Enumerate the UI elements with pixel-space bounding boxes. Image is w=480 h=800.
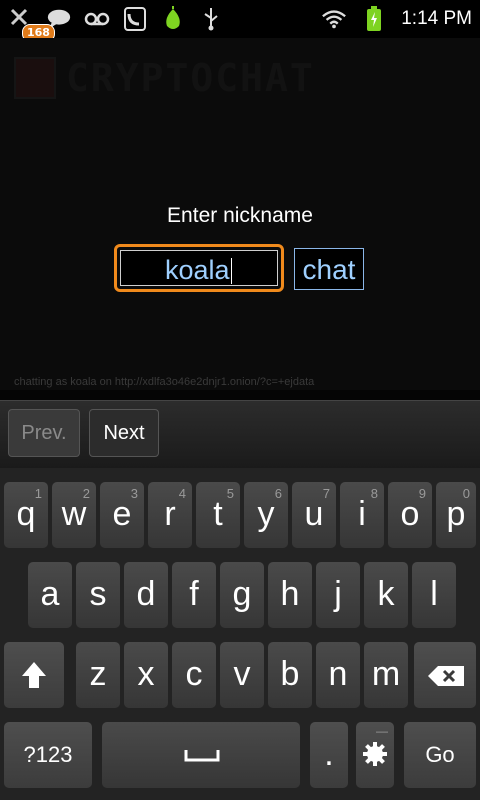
key-label: l (430, 575, 438, 613)
form-navigation-bar: Prev. Next (0, 400, 480, 469)
key-p[interactable]: 0p (436, 482, 476, 548)
key-label: o (400, 495, 420, 533)
key-label: v (233, 655, 251, 693)
key-label: d (136, 575, 156, 613)
key-i[interactable]: 8i (340, 482, 384, 548)
key-h[interactable]: h (268, 562, 312, 628)
key-label: r (164, 495, 176, 533)
key-c[interactable]: c (172, 642, 216, 708)
key-label: s (89, 575, 107, 613)
key-o[interactable]: 9o (388, 482, 432, 548)
key-a[interactable]: a (28, 562, 72, 628)
key-label: . (324, 735, 334, 773)
key-y[interactable]: 6y (244, 482, 288, 548)
nickname-value: koala (165, 255, 230, 285)
symbols-key[interactable]: ?123 (4, 722, 92, 788)
key-s[interactable]: s (76, 562, 120, 628)
key-label: i (358, 495, 366, 533)
key-label: e (112, 495, 132, 533)
web-bottom-strip (0, 390, 480, 400)
status-bar: 168 1:14 PM (0, 0, 480, 42)
web-content: CRYPTOCHAT Enter nickname koala chat cha… (0, 38, 480, 400)
key-x[interactable]: x (124, 642, 168, 708)
key-r[interactable]: 4r (148, 482, 192, 548)
space-key[interactable] (102, 722, 300, 788)
delete-key[interactable] (414, 642, 476, 708)
chat-button[interactable]: chat (294, 248, 364, 290)
key-label: Go (425, 742, 455, 767)
logo-text: CRYPTOCHAT (66, 56, 315, 100)
key-b[interactable]: b (268, 642, 312, 708)
key-label: w (61, 495, 87, 533)
shift-key[interactable] (4, 642, 64, 708)
key-g[interactable]: g (220, 562, 264, 628)
voicemail-icon (84, 6, 110, 32)
key-label: h (280, 575, 300, 613)
key-n[interactable]: n (316, 642, 360, 708)
soft-keyboard: 1q 2w 3e 4r 5t 6y 7u 8i 9o 0p a s d f g … (0, 468, 480, 800)
app-logo: CRYPTOCHAT (14, 56, 315, 100)
go-key[interactable]: Go (404, 722, 476, 788)
gear-icon (363, 742, 387, 766)
notification-icons: 168 (8, 4, 224, 42)
key-v[interactable]: v (220, 642, 264, 708)
key-label: ?123 (23, 742, 73, 767)
key-j[interactable]: j (316, 562, 360, 628)
wifi-icon (321, 6, 347, 32)
key-label: u (304, 495, 324, 533)
space-bar-icon (184, 750, 220, 762)
key-k[interactable]: k (364, 562, 408, 628)
key-q[interactable]: 1q (4, 482, 48, 548)
key-f[interactable]: f (172, 562, 216, 628)
usb-icon (198, 6, 224, 32)
next-button[interactable]: Next (89, 409, 159, 457)
nickname-field-focus-ring[interactable]: koala (114, 244, 284, 292)
system-icons: 1:14 PM (321, 4, 472, 34)
key-label: y (257, 495, 275, 533)
settings-key[interactable]: — (356, 722, 394, 788)
backspace-icon (428, 666, 464, 686)
period-key[interactable]: . (310, 722, 348, 788)
key-label: c (185, 655, 203, 693)
key-label: b (280, 655, 300, 693)
sip-phone-icon (122, 6, 148, 32)
key-e[interactable]: 3e (100, 482, 144, 548)
key-w[interactable]: 2w (52, 482, 96, 548)
clock: 1:14 PM (401, 8, 472, 29)
nickname-prompt: Enter nickname (167, 204, 313, 227)
key-label: x (137, 655, 155, 693)
key-label: m (371, 655, 401, 693)
key-t[interactable]: 5t (196, 482, 240, 548)
logo-icon (14, 57, 56, 99)
key-label: p (446, 495, 466, 533)
tor-onion-icon (160, 6, 186, 32)
key-z[interactable]: z (76, 642, 120, 708)
key-label: q (16, 495, 36, 533)
key-label: j (334, 575, 342, 613)
settings-key-hint: — (376, 724, 388, 738)
key-label: k (377, 575, 395, 613)
footer-text: chatting as koala on http://xdlfa3o46e2d… (14, 376, 315, 388)
key-m[interactable]: m (364, 642, 408, 708)
key-l[interactable]: l (412, 562, 456, 628)
key-label: n (328, 655, 348, 693)
missed-call-icon: 168 (8, 6, 55, 42)
nickname-input[interactable]: koala (120, 250, 278, 286)
key-label: f (189, 575, 199, 613)
key-label: z (89, 655, 107, 693)
key-label: g (232, 575, 252, 613)
key-u[interactable]: 7u (292, 482, 336, 548)
shift-up-arrow-icon (22, 662, 46, 688)
key-label: t (213, 495, 223, 533)
prev-button[interactable]: Prev. (8, 409, 80, 457)
battery-charging-icon (361, 6, 387, 32)
key-d[interactable]: d (124, 562, 168, 628)
key-label: a (40, 575, 60, 613)
text-caret (230, 258, 232, 284)
